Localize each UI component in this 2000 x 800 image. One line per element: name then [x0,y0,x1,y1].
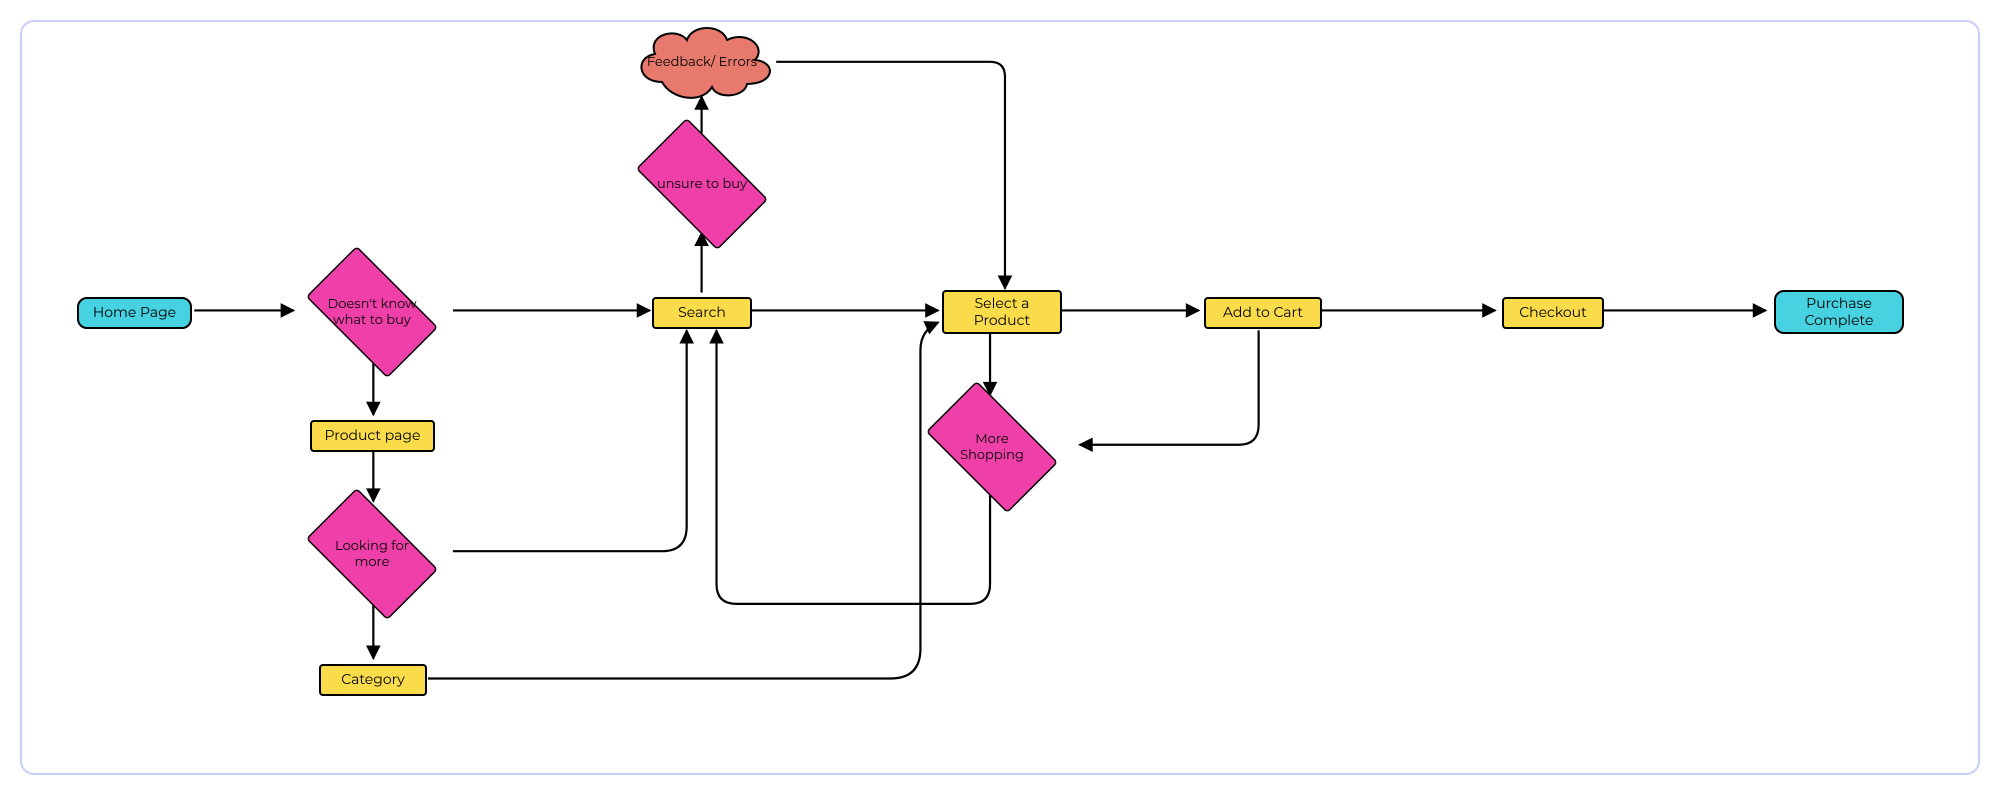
node-moreshop: More Shopping [912,397,1072,497]
label: Purchase Complete [1784,295,1894,330]
label: Search [678,304,726,322]
label: Looking for more [322,538,422,571]
node-category: Category [319,664,427,696]
node-feedback: Feedback/ Errors [627,22,777,102]
label: Feedback/ Errors [627,22,777,102]
label: Category [341,671,404,689]
label: Product page [325,427,421,445]
node-cart: Add to Cart [1204,297,1322,329]
label: Checkout [1519,304,1587,322]
node-product: Product page [310,420,435,452]
node-unknown: Doesn't know what to buy [292,262,452,362]
label: Add to Cart [1223,304,1303,322]
label: Doesn't know what to buy [322,296,422,329]
node-select: Select a Product [942,290,1062,334]
label: More Shopping [942,431,1042,464]
label: Home Page [93,304,176,322]
node-checkout: Checkout [1502,297,1604,329]
diagram-frame: Home Page Doesn't know what to buy Searc… [20,20,1980,775]
node-home: Home Page [77,297,192,329]
node-looking: Looking for more [292,504,452,604]
label: Select a Product [952,295,1052,330]
label: unsure to buy [657,176,747,192]
node-unsure: unsure to buy [622,134,782,234]
node-complete: Purchase Complete [1774,290,1904,334]
node-search: Search [652,297,752,329]
